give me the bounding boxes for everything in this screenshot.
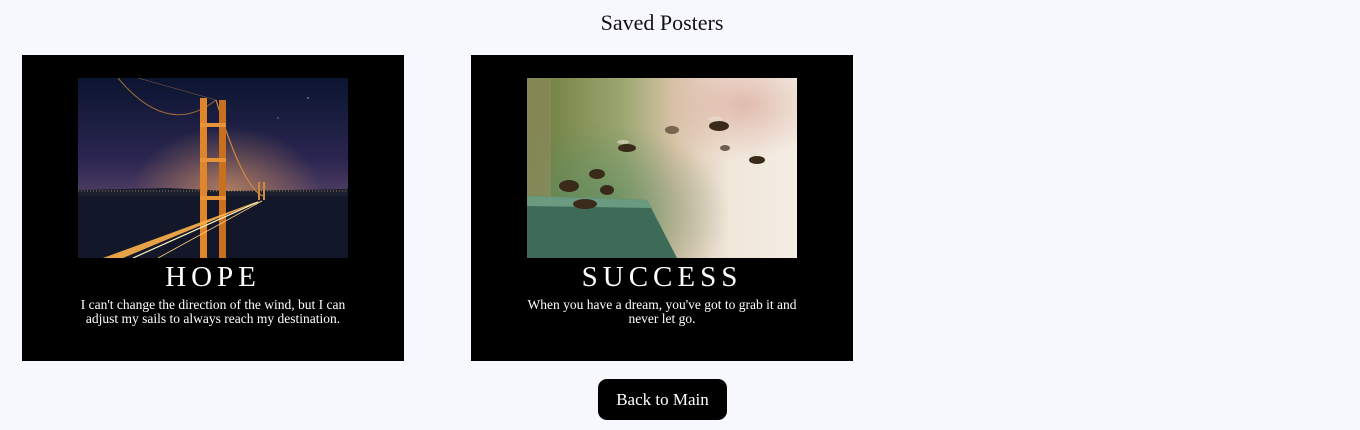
- saved-posters-page: Saved Posters HOPE I can't change the di…: [0, 0, 1360, 430]
- back-to-main-button[interactable]: Back to Main: [598, 379, 727, 420]
- poster-quote: I can't change the direction of the wind…: [80, 297, 346, 326]
- bees-image: [527, 78, 797, 258]
- poster-image: [527, 78, 797, 258]
- bridge-night-image: [78, 78, 348, 258]
- mini-poster[interactable]: SUCCESS When you have a dream, you've go…: [471, 55, 853, 361]
- poster-image: [78, 78, 348, 258]
- saved-posters-grid: HOPE I can't change the direction of the…: [22, 55, 853, 361]
- poster-quote: When you have a dream, you've got to gra…: [527, 297, 797, 326]
- poster-title: HOPE: [165, 261, 261, 293]
- poster-title: SUCCESS: [581, 261, 743, 293]
- page-title: Saved Posters: [600, 10, 724, 35]
- mini-poster[interactable]: HOPE I can't change the direction of the…: [22, 55, 404, 361]
